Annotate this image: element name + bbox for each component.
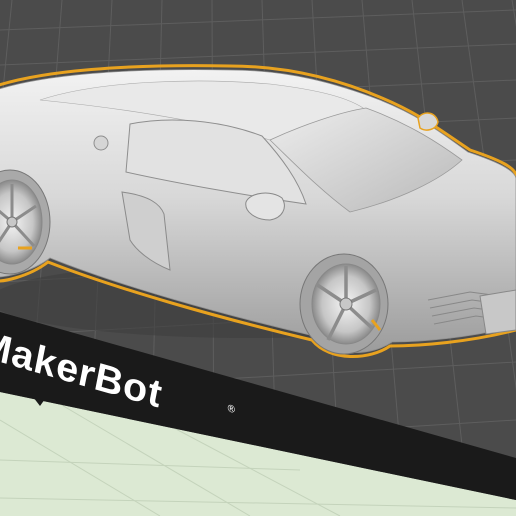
3d-viewport[interactable]: MakerBot ® [0, 0, 516, 516]
front-wheel [299, 253, 389, 355]
fuel-cap [93, 135, 109, 151]
far-mirror [417, 112, 439, 131]
